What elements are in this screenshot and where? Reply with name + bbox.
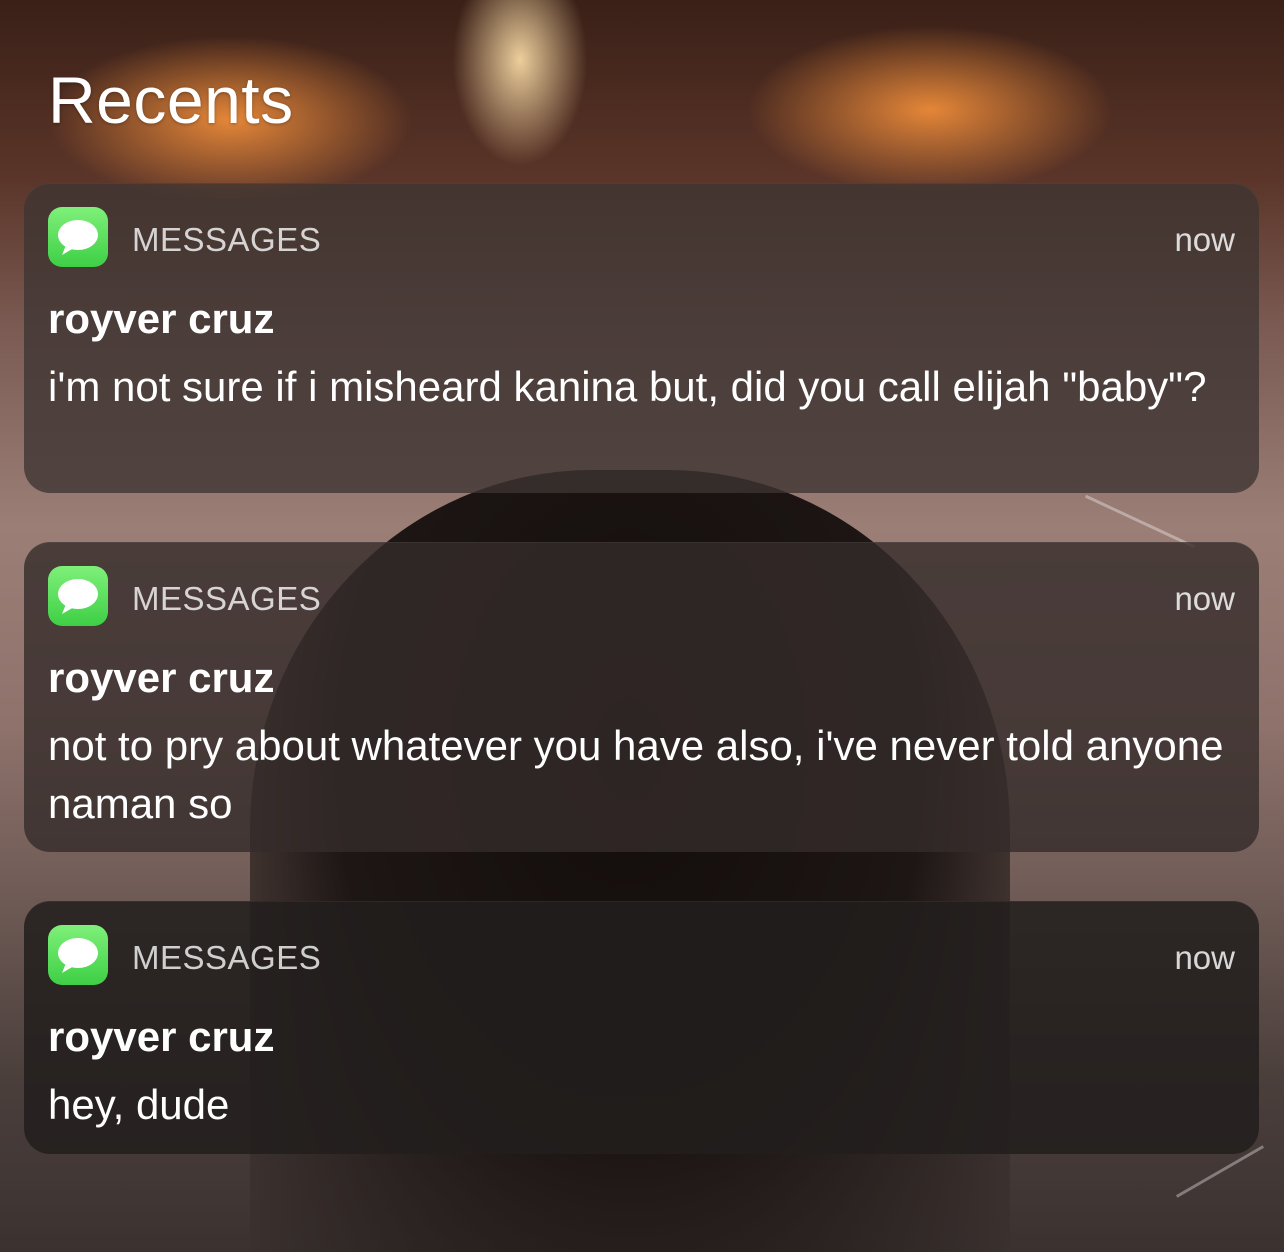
page-title: Recents <box>48 63 294 137</box>
app-name: MESSAGES <box>132 939 322 976</box>
notification-card[interactable]: MESSAGES now royver cruz hey, dude <box>24 901 1259 1154</box>
notification-card[interactable]: MESSAGES now royver cruz not to pry abou… <box>24 542 1259 852</box>
notification-card[interactable]: MESSAGES now royver cruz i'm not sure if… <box>24 183 1259 493</box>
app-name: MESSAGES <box>132 221 322 258</box>
sender-name: royver cruz <box>48 295 275 342</box>
message-body: hey, dude <box>48 1081 230 1128</box>
sender-name: royver cruz <box>48 1013 275 1060</box>
notification-time: now <box>1174 939 1235 976</box>
message-body: not to pry about whatever you have also,… <box>48 722 1224 827</box>
road-line <box>1084 494 1196 549</box>
message-body: i'm not sure if i misheard kanina but, d… <box>48 363 1207 410</box>
app-name: MESSAGES <box>132 580 322 617</box>
sender-name: royver cruz <box>48 654 275 701</box>
notification-time: now <box>1174 221 1235 258</box>
messages-icon <box>48 925 108 985</box>
notification-time: now <box>1174 580 1235 617</box>
messages-icon <box>48 207 108 267</box>
messages-icon <box>48 566 108 626</box>
